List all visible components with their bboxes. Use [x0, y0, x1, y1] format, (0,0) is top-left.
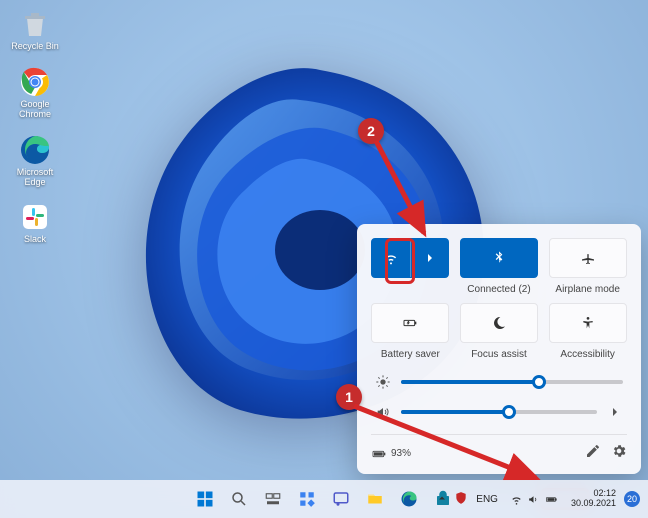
widgets-button[interactable] [293, 485, 321, 513]
desktop-icon-label: Google Chrome [8, 100, 62, 120]
edge-icon [19, 134, 51, 166]
pencil-icon [585, 443, 601, 459]
battery-icon [371, 446, 387, 462]
edit-button[interactable] [585, 443, 601, 464]
chevron-right-icon[interactable] [607, 404, 623, 420]
clock[interactable]: 02:12 30.09.2021 [571, 489, 616, 509]
edge-icon [400, 490, 418, 508]
bluetooth-icon [491, 250, 507, 266]
volume-slider-row [371, 404, 627, 420]
taskbar-center [191, 485, 457, 513]
desktop-icon-label: Microsoft Edge [8, 168, 62, 188]
tray-app-icon[interactable] [454, 491, 468, 508]
desktop-icon-label: Recycle Bin [11, 42, 59, 52]
battery-saver-icon [402, 315, 418, 331]
accessibility-tile[interactable] [549, 303, 627, 343]
volume-slider[interactable] [401, 410, 597, 414]
desktop-icon-label: Slack [24, 235, 46, 245]
brightness-icon [375, 374, 391, 390]
brightness-slider[interactable] [401, 380, 623, 384]
wifi-expand-button[interactable] [410, 239, 449, 277]
focus-assist-label: Focus assist [471, 349, 527, 360]
volume-icon [375, 404, 391, 420]
airplane-tile[interactable] [549, 238, 627, 278]
bluetooth-tile[interactable] [460, 238, 538, 278]
chat-icon [332, 490, 350, 508]
settings-button[interactable] [611, 443, 627, 464]
battery-icon [544, 493, 559, 506]
taskbar: ENG 02:12 30.09.2021 20 [0, 480, 648, 518]
edge-taskbar-button[interactable] [395, 485, 423, 513]
moon-icon [491, 315, 507, 331]
bluetooth-label: Connected (2) [467, 284, 530, 295]
tray-overflow-button[interactable] [436, 492, 448, 507]
airplane-label: Airplane mode [555, 284, 619, 295]
gear-icon [611, 443, 627, 459]
notification-center-button[interactable]: 20 [624, 491, 640, 507]
airplane-icon [580, 250, 596, 266]
wifi-tile[interactable] [371, 238, 449, 278]
desktop-icon-chrome[interactable]: Google Chrome [8, 66, 62, 120]
widgets-icon [298, 490, 316, 508]
battery-text: 93% [391, 448, 411, 459]
desktop: Recycle Bin Google Chrome Microsoft Edge… [0, 0, 648, 518]
windows-icon [195, 489, 215, 509]
desktop-icon-recycle-bin[interactable]: Recycle Bin [8, 8, 62, 52]
quick-settings-flyout: Connected (2) Airplane mode Battery save… [357, 224, 641, 474]
desktop-icons: Recycle Bin Google Chrome Microsoft Edge… [8, 8, 62, 245]
task-view-button[interactable] [259, 485, 287, 513]
chevron-up-icon [436, 492, 448, 504]
annotation-callout-2: 2 [358, 118, 384, 144]
accessibility-icon [580, 315, 596, 331]
chrome-icon [19, 66, 51, 98]
recycle-bin-icon [19, 8, 51, 40]
slack-icon [19, 201, 51, 233]
file-explorer-button[interactable] [361, 485, 389, 513]
wifi-icon [383, 250, 399, 266]
task-view-icon [264, 490, 282, 508]
battery-saver-tile[interactable] [371, 303, 449, 343]
start-button[interactable] [191, 485, 219, 513]
wifi-icon [510, 493, 523, 506]
desktop-icon-edge[interactable]: Microsoft Edge [8, 134, 62, 188]
battery-saver-label: Battery saver [381, 349, 440, 360]
chevron-right-icon [422, 250, 438, 266]
folder-icon [366, 490, 384, 508]
clock-date: 30.09.2021 [571, 499, 616, 509]
search-icon [230, 490, 248, 508]
battery-status[interactable]: 93% [371, 446, 411, 462]
shield-icon [454, 491, 468, 505]
language-indicator[interactable]: ENG [476, 494, 498, 505]
desktop-icon-slack[interactable]: Slack [8, 201, 62, 245]
system-tray[interactable] [506, 491, 563, 508]
search-button[interactable] [225, 485, 253, 513]
accessibility-label: Accessibility [560, 349, 614, 360]
volume-icon [527, 493, 540, 506]
taskbar-right: ENG 02:12 30.09.2021 20 [436, 480, 640, 518]
focus-assist-tile[interactable] [460, 303, 538, 343]
wifi-toggle[interactable] [372, 239, 410, 277]
brightness-slider-row [371, 374, 627, 390]
chat-button[interactable] [327, 485, 355, 513]
